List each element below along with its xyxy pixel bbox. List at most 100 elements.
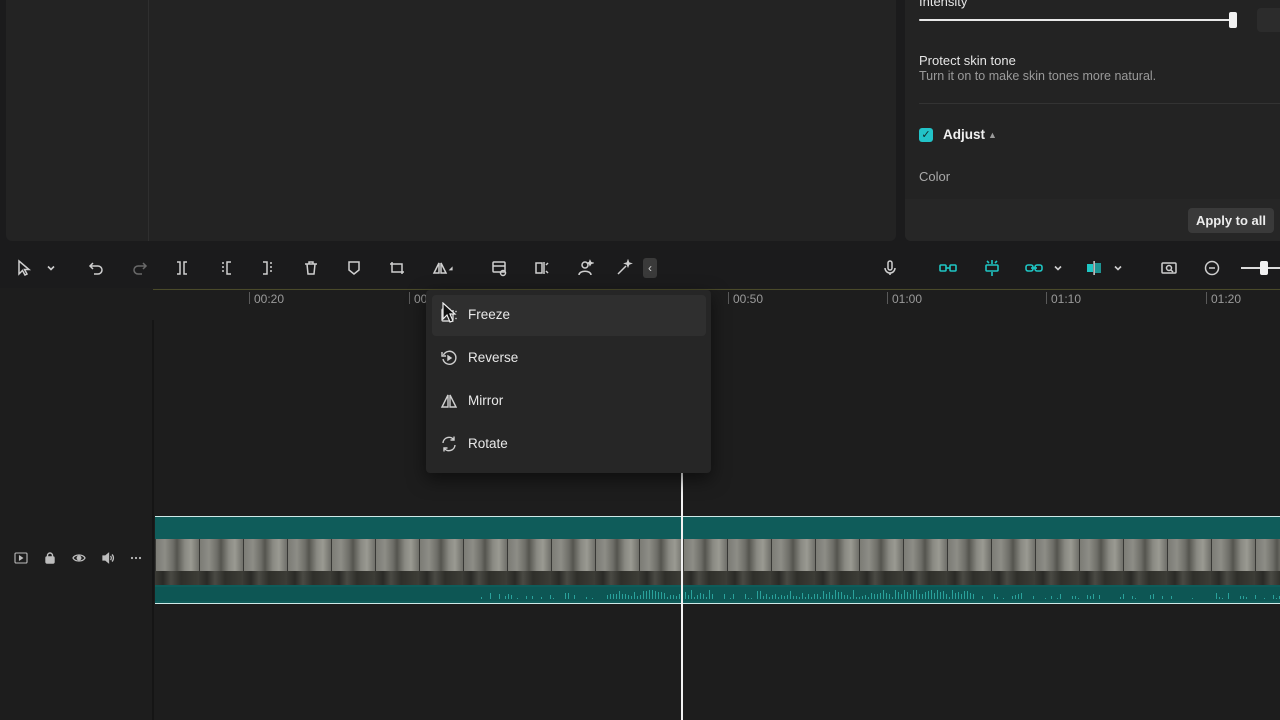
waveform-bar bbox=[1246, 597, 1247, 599]
select-caret-icon[interactable] bbox=[45, 249, 57, 287]
waveform-bar bbox=[1072, 596, 1073, 599]
adjust-checkbox[interactable]: ✓ bbox=[919, 128, 933, 142]
waveform-bar bbox=[592, 598, 593, 599]
link-icon[interactable] bbox=[1021, 249, 1047, 287]
waveform-bar bbox=[814, 594, 815, 599]
waveform-bar bbox=[937, 590, 938, 599]
speaker-icon[interactable] bbox=[100, 550, 116, 566]
menu-item-label: Rotate bbox=[468, 436, 508, 451]
waveform-bar bbox=[889, 594, 890, 599]
waveform-bar bbox=[784, 596, 785, 599]
undo-icon[interactable] bbox=[83, 249, 109, 287]
image-settings-icon[interactable] bbox=[486, 249, 512, 287]
zoom-out-icon[interactable] bbox=[1199, 249, 1225, 287]
waveform-bar bbox=[871, 593, 872, 599]
caret-up-icon[interactable]: ▲ bbox=[988, 127, 997, 143]
split-left-icon[interactable] bbox=[213, 249, 239, 287]
ruler-tick bbox=[887, 292, 888, 304]
waveform-bar bbox=[973, 594, 974, 599]
zoom-slider-thumb[interactable] bbox=[1260, 261, 1268, 275]
waveform-bar bbox=[1078, 598, 1079, 599]
zoom-fit-icon[interactable] bbox=[1156, 249, 1182, 287]
transform-caret-icon[interactable] bbox=[447, 249, 455, 287]
player-panel bbox=[6, 0, 896, 241]
waveform-bar bbox=[1243, 596, 1244, 599]
waveform-bar bbox=[664, 593, 665, 599]
ruler-tick bbox=[1206, 292, 1207, 304]
ruler-tick bbox=[409, 292, 410, 304]
color-label: Color bbox=[919, 169, 951, 184]
menu-item-freeze[interactable]: Freeze bbox=[432, 295, 706, 336]
person-ai-icon[interactable] bbox=[572, 249, 598, 287]
marker-icon[interactable] bbox=[341, 249, 367, 287]
menu-item-reverse[interactable]: Reverse bbox=[432, 338, 706, 379]
waveform-bar bbox=[712, 594, 713, 599]
waveform-bar bbox=[946, 594, 947, 599]
waveform-bar bbox=[574, 595, 575, 599]
waveform-bar bbox=[982, 596, 983, 599]
split-right-icon[interactable] bbox=[255, 249, 281, 287]
waveform-bar bbox=[661, 592, 662, 599]
player-divider bbox=[148, 0, 149, 241]
waveform-bar bbox=[943, 591, 944, 599]
waveform-bar bbox=[1003, 598, 1004, 599]
waveform-bar bbox=[526, 596, 527, 599]
select-arrow-icon[interactable] bbox=[11, 249, 37, 287]
waveform-bar bbox=[1099, 595, 1100, 599]
intensity-slider-track[interactable] bbox=[919, 19, 1234, 21]
waveform-bar bbox=[907, 592, 908, 599]
waveform-bar bbox=[505, 596, 506, 599]
waveform-bar bbox=[1012, 596, 1013, 599]
microphone-icon[interactable] bbox=[877, 249, 903, 287]
lock-icon[interactable] bbox=[42, 550, 58, 566]
menu-item-mirror[interactable]: Mirror bbox=[432, 381, 706, 422]
waveform-bar bbox=[652, 590, 653, 599]
transform-dropdown-menu: Freeze Reverse Mirror Rotate bbox=[426, 290, 711, 473]
waveform-bar bbox=[637, 596, 638, 599]
link-caret-icon[interactable] bbox=[1052, 249, 1064, 287]
playhead[interactable] bbox=[681, 473, 683, 720]
rotate-icon bbox=[440, 435, 458, 453]
magic-wand-icon[interactable] bbox=[611, 249, 637, 287]
collapse-toolbar-button[interactable]: ‹ bbox=[643, 258, 657, 278]
waveform-bar bbox=[919, 594, 920, 599]
protect-skin-title: Protect skin tone bbox=[919, 53, 1016, 68]
auto-snap-icon[interactable] bbox=[979, 249, 1005, 287]
menu-item-rotate[interactable]: Rotate bbox=[432, 424, 706, 465]
waveform-bar bbox=[676, 596, 677, 599]
time-ruler[interactable] bbox=[153, 289, 1280, 290]
more-icon[interactable] bbox=[128, 550, 144, 566]
waveform-bar bbox=[796, 596, 797, 599]
waveform-bar bbox=[901, 594, 902, 599]
apply-to-all-button[interactable]: Apply to all bbox=[1187, 208, 1274, 233]
adjust-label[interactable]: Adjust bbox=[943, 127, 985, 142]
waveform-bar bbox=[856, 597, 857, 599]
waveform-bar bbox=[697, 595, 698, 599]
waveform-bar bbox=[607, 595, 608, 599]
waveform-bar bbox=[643, 591, 644, 599]
main-track-magnet-icon[interactable] bbox=[935, 249, 961, 287]
track-toggle-icon[interactable] bbox=[13, 550, 29, 566]
waveform-bar bbox=[1222, 598, 1223, 599]
preview-caret-icon[interactable] bbox=[1112, 249, 1124, 287]
waveform-bar bbox=[640, 595, 641, 599]
split-icon[interactable] bbox=[169, 249, 195, 287]
preview-axis-icon[interactable] bbox=[1081, 249, 1107, 287]
delete-icon[interactable] bbox=[298, 249, 324, 287]
clip-thumbnail-strip bbox=[155, 539, 1280, 585]
waveform-bar bbox=[622, 594, 623, 599]
video-clip[interactable] bbox=[155, 516, 1280, 604]
intensity-slider-thumb[interactable] bbox=[1229, 12, 1237, 28]
crop-icon[interactable] bbox=[384, 249, 410, 287]
redo-icon[interactable] bbox=[127, 249, 153, 287]
waveform-bar bbox=[1075, 596, 1076, 599]
waveform-bar bbox=[829, 592, 830, 599]
waveform-bar bbox=[1093, 594, 1094, 599]
freeze-frame-icon[interactable] bbox=[528, 249, 554, 287]
eye-icon[interactable] bbox=[71, 550, 87, 566]
intensity-value-box[interactable] bbox=[1257, 8, 1280, 32]
waveform-bar bbox=[925, 592, 926, 599]
waveform-bar bbox=[778, 597, 779, 599]
waveform-bar bbox=[757, 591, 758, 599]
waveform-bar bbox=[1162, 596, 1163, 599]
